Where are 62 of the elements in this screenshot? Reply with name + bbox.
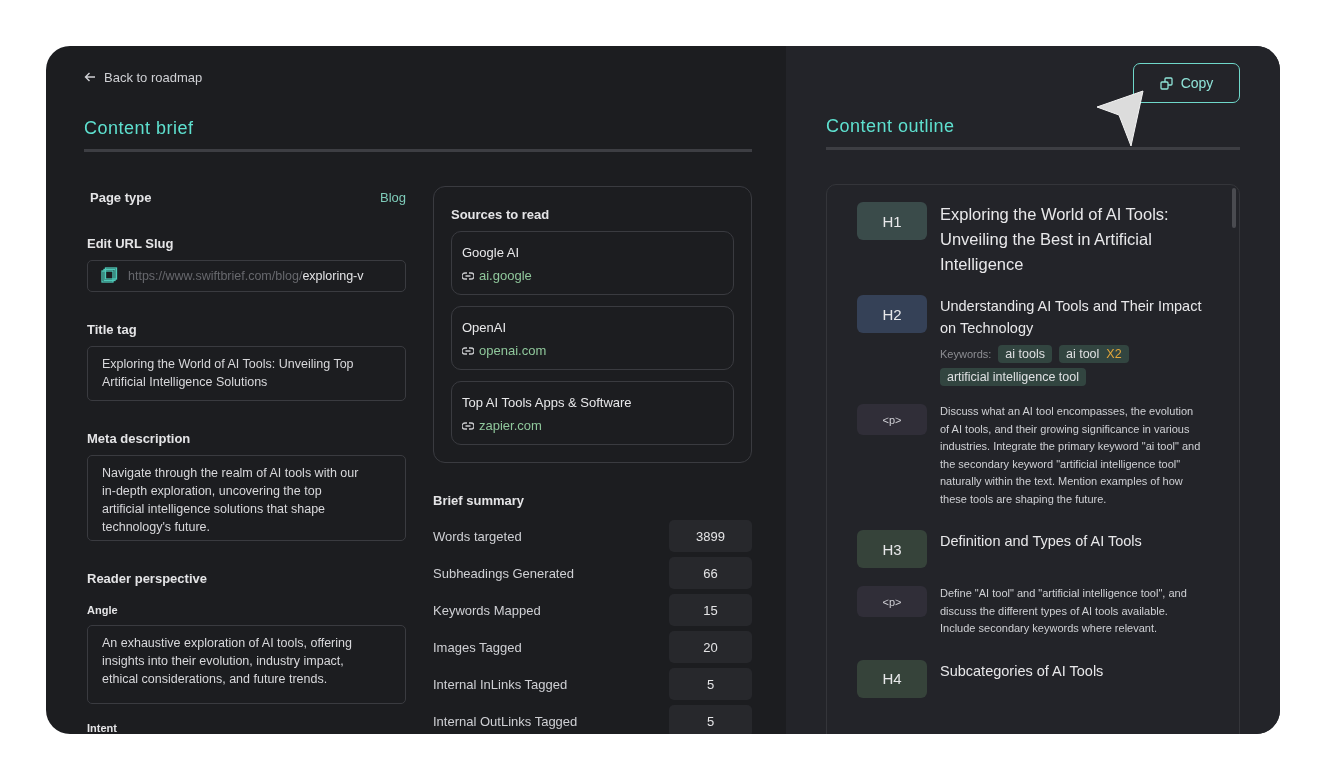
- field-label: Intent: [87, 722, 117, 734]
- url-slug-field[interactable]: https://www.swiftbrief.com/blog/exploring-v: [87, 260, 406, 292]
- link-icon: [462, 346, 474, 355]
- keyword-tag: artificial intelligence tool: [940, 368, 1086, 386]
- meta-description-field[interactable]: Navigate through the realm of AI tools with our in-depth exploration, uncovering the top artificial intelligence solutions that shape technology's future.: [87, 455, 406, 541]
- back-link[interactable]: Back to roadmap: [84, 68, 752, 86]
- keyword-tag: ai tools: [998, 345, 1052, 363]
- source-link[interactable]: ai.google: [479, 268, 532, 283]
- field-label: Angle: [87, 604, 118, 616]
- scrollbar[interactable]: [1232, 188, 1236, 228]
- summary-label: Internal OutLinks Tagged: [433, 713, 578, 729]
- field-label: Page type: [90, 190, 152, 205]
- summary-value: 5: [669, 668, 752, 700]
- source-card[interactable]: Google AI ai.google: [451, 231, 734, 295]
- field-label: Edit URL Slug: [87, 236, 174, 251]
- source-name: OpenAI: [462, 320, 508, 335]
- field-label: Title tag: [87, 322, 137, 337]
- tag-badge: <p>: [857, 586, 927, 617]
- summary-value: 15: [669, 594, 752, 626]
- field-label: Meta description: [87, 431, 191, 446]
- section-heading: Content outline: [826, 115, 956, 138]
- section-label: Brief summary: [433, 493, 526, 508]
- summary-value: 66: [669, 557, 752, 589]
- summary-value: 3899: [669, 520, 752, 552]
- source-name: Top AI Tools Apps & Software: [462, 395, 633, 410]
- paragraph-text: Discuss what an AI tool encompasses, the evolution of AI tools, and their growing significance in various industries. Integrate the primary keyword "ai tool" and the secondary keyword "artificial intelligence tool" naturally within the text. Mention examples of how these tools are shaping the future.: [940, 404, 1202, 507]
- summary-value: 20: [669, 631, 752, 663]
- paragraph-text: Define "AI tool" and "artificial intelligence tool", and discuss the different types of AI tools available. Include secondary keywords where relevant.: [940, 586, 1188, 636]
- tag-badge: H3: [857, 530, 927, 568]
- summary-label: Internal InLinks Tagged: [433, 676, 568, 692]
- summary-label: Words targeted: [433, 528, 522, 544]
- summary-label: Images Tagged: [433, 639, 522, 655]
- tag-badge: H1: [857, 202, 927, 240]
- title-tag-field[interactable]: Exploring the World of AI Tools: Unveiling Top Artificial Intelligence Solutions: [87, 346, 406, 401]
- source-card[interactable]: OpenAI openai.com: [451, 306, 734, 370]
- tag-badge: H4: [857, 659, 927, 698]
- tag-badge: H2: [857, 295, 927, 333]
- keywords-label: Keywords:: [940, 348, 992, 360]
- heading-text: Understanding AI Tools and Their Impact on Technology: [940, 297, 1203, 338]
- summary-label: Subheadings Generated: [433, 565, 574, 581]
- keyword-tag: ai tool X2: [1058, 345, 1129, 363]
- link-icon: [462, 271, 474, 280]
- cursor-icon: [1096, 90, 1144, 148]
- section-heading: Content brief: [84, 117, 195, 140]
- summary-label: Keywords Mapped: [433, 602, 541, 618]
- source-card[interactable]: Top AI Tools Apps & Software zapier.com: [451, 381, 734, 445]
- copy-icon: [1159, 76, 1173, 90]
- section-label: Reader perspective: [87, 571, 207, 586]
- source-name: Google AI: [462, 245, 521, 260]
- heading-text: Subcategories of AI Tools: [940, 661, 1105, 681]
- link-icon: [462, 421, 474, 430]
- page-type-value: Blog: [379, 190, 406, 205]
- tag-badge: <p>: [857, 404, 927, 435]
- cube-logo-icon: [100, 267, 118, 285]
- back-arrow-icon: [84, 71, 96, 83]
- heading-text: Definition and Types of AI Tools: [940, 532, 1143, 551]
- summary-value: 5: [669, 705, 752, 734]
- source-link[interactable]: zapier.com: [479, 418, 542, 433]
- heading-text: Exploring the World of AI Tools: Unveiling the Best in Artificial Intelligence: [940, 204, 1170, 275]
- angle-field[interactable]: An exhaustive exploration of AI tools, offering insights into their evolution, industry impact, ethical considerations, and future trends.: [87, 625, 406, 704]
- source-link[interactable]: openai.com: [479, 343, 547, 358]
- panel-title: Sources to read: [451, 207, 551, 222]
